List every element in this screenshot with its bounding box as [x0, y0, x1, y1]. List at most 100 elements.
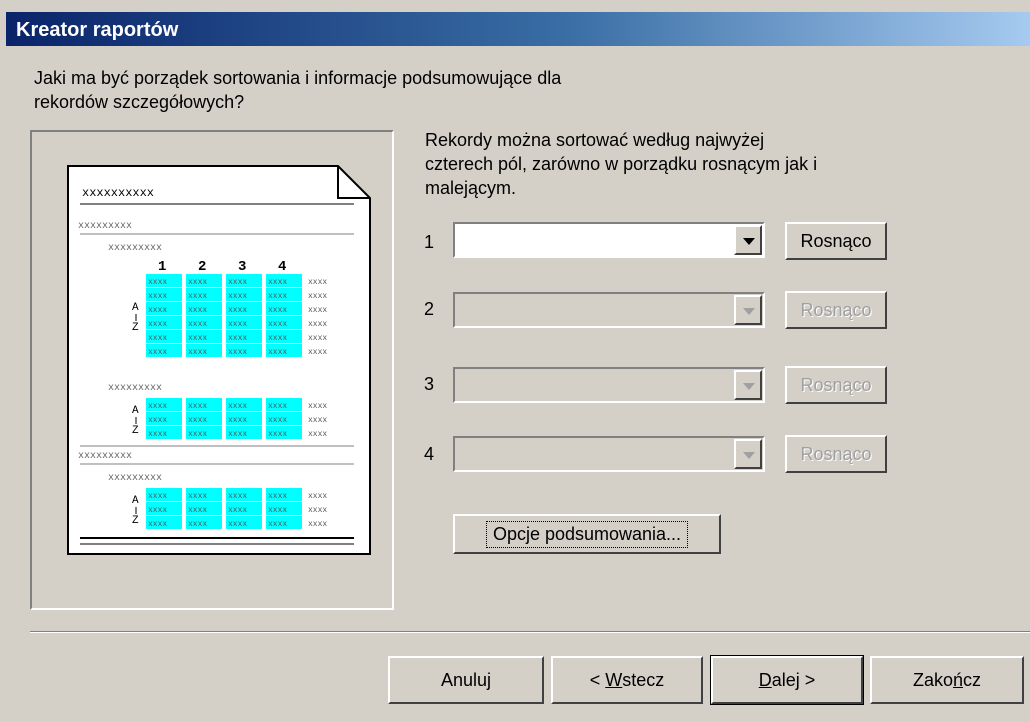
- finish-label: Zakończ: [912, 669, 982, 690]
- preview-col-number: 4: [278, 259, 286, 275]
- preview-cell: xxxx: [268, 292, 287, 301]
- preview-group-text: xxxxxxxxx: [78, 221, 132, 232]
- preview-cell: xxxx: [308, 430, 327, 439]
- preview-cell: xxxx: [268, 520, 287, 529]
- dropdown-arrow-icon[interactable]: [734, 225, 762, 255]
- preview-cell: xxxx: [148, 320, 167, 329]
- report-preview-illustration: xxxxxxxxxxxxxxxxxxxxxxxxxxxx1 2 3 4xxxx xxxx…: [67, 165, 371, 555]
- preview-cell: xxxx: [148, 334, 167, 343]
- preview-cell: xxxx: [308, 348, 327, 357]
- dropdown-arrow-icon[interactable]: [734, 295, 762, 325]
- sort-info-text: Rekordy można sortować według najwyżej c…: [425, 128, 915, 200]
- preview-cell: xxxx: [188, 292, 207, 301]
- preview-cell: xxxx: [148, 416, 167, 425]
- window-title: Kreator raportów: [16, 19, 179, 41]
- preview-cell: xxxx: [148, 402, 167, 411]
- sort-row-3-number: 3: [424, 374, 435, 394]
- summary-options-button[interactable]: Opcje podsumowania...: [453, 514, 721, 554]
- preview-cell: xxxx: [308, 492, 327, 501]
- preview-cell: xxxx: [268, 416, 287, 425]
- sort-a-label: A: [132, 405, 139, 417]
- preview-cell: xxxx: [268, 506, 287, 515]
- prompt-line-1: Jaki ma być porządek sortowania i inform…: [34, 68, 562, 88]
- preview-cell: xxxx: [188, 506, 207, 515]
- preview-cell: xxxx: [268, 348, 287, 357]
- sort-order-2-button[interactable]: Rosnąco: [785, 291, 887, 329]
- sort-order-2-label: Rosnąco: [800, 299, 872, 320]
- next-button[interactable]: Dalej >: [710, 655, 864, 705]
- finish-button[interactable]: Zakończ: [870, 656, 1024, 704]
- preview-cell: xxxx: [268, 306, 287, 315]
- sort-a-label: A: [132, 302, 139, 314]
- preview-cell: xxxx: [228, 416, 247, 425]
- sort-field-3-combobox[interactable]: [453, 367, 765, 403]
- preview-cell: xxxx: [228, 320, 247, 329]
- preview-cell: xxxx: [188, 416, 207, 425]
- sort-row-4-number: 4: [424, 444, 435, 464]
- sort-field-2-combobox[interactable]: [453, 292, 765, 328]
- cancel-label: Anuluj: [440, 669, 492, 690]
- summary-options-label: Opcje podsumowania...: [485, 520, 689, 548]
- sort-z-label: Z: [132, 515, 139, 527]
- sort-order-3-label: Rosnąco: [800, 374, 872, 395]
- preview-cell: xxxx: [228, 278, 247, 287]
- preview-cell: xxxx: [228, 292, 247, 301]
- sort-order-3-button[interactable]: Rosnąco: [785, 366, 887, 404]
- preview-cell: xxxx: [228, 506, 247, 515]
- preview-col-number: 1: [158, 259, 166, 275]
- preview-cell: xxxx: [228, 492, 247, 501]
- preview-cell: xxxx: [188, 334, 207, 343]
- preview-cell: xxxx: [308, 416, 327, 425]
- dropdown-arrow-icon[interactable]: [734, 370, 762, 400]
- preview-group-text: xxxxxxxxx: [108, 383, 162, 394]
- sort-preview-panel: xxxxxxxxxx xxxxxxxxx xxxxxxxxx 1 2 3 4 xxxx xxxx…: [30, 130, 394, 610]
- dropdown-arrow-icon[interactable]: [734, 439, 762, 469]
- info-line-1: Rekordy można sortować według najwyżej: [425, 130, 765, 150]
- sort-order-4-button[interactable]: Rosnąco: [785, 435, 887, 473]
- cancel-button[interactable]: Anuluj: [388, 656, 544, 704]
- sort-z-label: Z: [132, 322, 139, 334]
- preview-cell: xxxx: [268, 278, 287, 287]
- report-wizard-window: Kreator raportów Jaki ma być porządek so…: [0, 0, 1030, 722]
- preview-cell: xxxx: [268, 320, 287, 329]
- preview-header-text: xxxxxxxxxx: [82, 186, 154, 200]
- back-label: < Wstecz: [589, 669, 665, 690]
- preview-cell: xxxx: [268, 492, 287, 501]
- preview-cell: xxxx: [188, 320, 207, 329]
- preview-cell: xxxx: [308, 292, 327, 301]
- preview-cell: xxxx: [148, 506, 167, 515]
- preview-cell: xxxx: [268, 430, 287, 439]
- preview-cell: xxxx: [308, 506, 327, 515]
- sort-field-1-combobox[interactable]: [453, 222, 765, 258]
- preview-cell: xxxx: [308, 402, 327, 411]
- preview-cell: xxxx: [228, 348, 247, 357]
- back-button[interactable]: < Wstecz: [551, 656, 703, 704]
- preview-group-text: xxxxxxxxx: [108, 473, 162, 484]
- preview-col-number: 3: [238, 259, 246, 275]
- title-bar[interactable]: Kreator raportów: [6, 12, 1030, 46]
- preview-cell: xxxx: [188, 348, 207, 357]
- preview-col-number: 2: [198, 259, 206, 275]
- preview-cell: xxxx: [228, 430, 247, 439]
- preview-cell: xxxx: [308, 306, 327, 315]
- preview-cell: xxxx: [188, 278, 207, 287]
- preview-cell: xxxx: [228, 520, 247, 529]
- preview-cell: xxxx: [228, 306, 247, 315]
- sort-row-2-number: 2: [424, 299, 435, 319]
- preview-cell: xxxx: [148, 292, 167, 301]
- preview-group-text: xxxxxxxxx: [108, 243, 162, 254]
- sort-field-4-combobox[interactable]: [453, 436, 765, 472]
- preview-cell: xxxx: [148, 278, 167, 287]
- preview-cell: xxxx: [228, 334, 247, 343]
- button-separator: [30, 631, 1030, 633]
- next-label: Dalej >: [758, 669, 816, 690]
- preview-cell: xxxx: [308, 278, 327, 287]
- preview-cell: xxxx: [268, 334, 287, 343]
- preview-cell: xxxx: [148, 306, 167, 315]
- preview-group-text: xxxxxxxxx: [78, 451, 132, 462]
- preview-cell: xxxx: [188, 402, 207, 411]
- preview-cell: xxxx: [268, 402, 287, 411]
- preview-cell: xxxx: [308, 320, 327, 329]
- sort-order-1-button[interactable]: Rosnąco: [785, 222, 887, 260]
- sort-order-4-label: Rosnąco: [800, 443, 872, 464]
